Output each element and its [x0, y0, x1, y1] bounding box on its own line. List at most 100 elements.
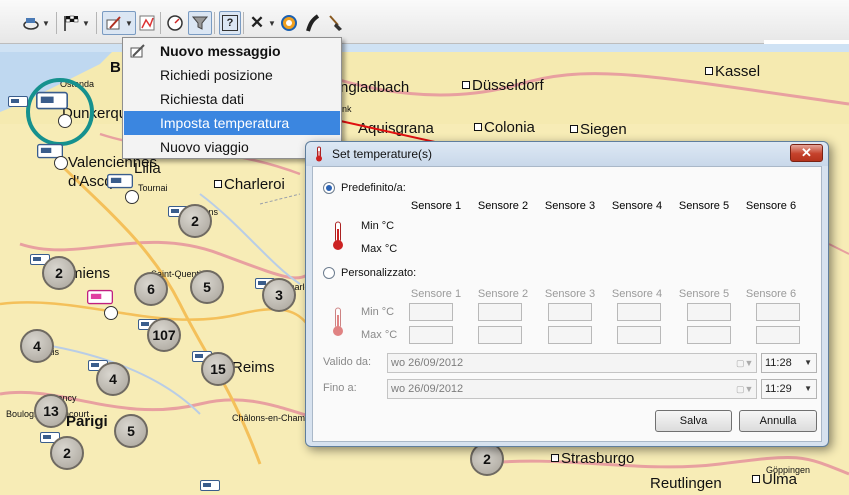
max-temp-sensor-5-input[interactable]: [687, 326, 731, 344]
truck-icon[interactable]: [8, 96, 28, 110]
until-date-input[interactable]: wo 26/09/2012 ▢▼: [387, 379, 757, 399]
max-temp-sensor-3-input[interactable]: [548, 326, 592, 344]
cancel-button[interactable]: Annulla: [739, 410, 817, 432]
routes-icon: [138, 14, 156, 32]
dialog-titlebar: Set temperature(s) ✕: [306, 142, 828, 166]
sensor-header: Sensore 4: [611, 200, 663, 212]
road-icon: [304, 14, 322, 32]
vehicle-cluster[interactable]: 5: [190, 270, 224, 304]
menu-item-request-position[interactable]: Richiedi posizione: [124, 63, 340, 87]
min-temp-sensor-2-input[interactable]: [478, 303, 522, 321]
city-name: Siegen: [580, 121, 627, 138]
dialog-body: Predefinito/a: Sensore 1 Sensore 2 Senso…: [312, 166, 822, 442]
city-name: Colonia: [484, 119, 535, 136]
min-temp-sensor-5-input[interactable]: [687, 303, 731, 321]
max-temp-sensor-4-input[interactable]: [617, 326, 661, 344]
city-label: Aquisgrana: [358, 120, 434, 137]
max-temp-sensor-2-input[interactable]: [478, 326, 522, 344]
speedometer-button[interactable]: [166, 11, 184, 35]
road-button[interactable]: [304, 11, 322, 35]
radio-custom[interactable]: [323, 267, 335, 279]
menu-item-request-data[interactable]: Richiesta dati: [124, 87, 340, 111]
city-label: Parigi: [66, 413, 108, 430]
message-button[interactable]: ▼: [102, 11, 136, 35]
min-temp-sensor-4-input[interactable]: [617, 303, 661, 321]
sensor-header: Sensore 6: [745, 200, 797, 212]
broom-icon: [326, 14, 344, 32]
chevron-down-icon: ▼: [42, 18, 50, 28]
city-name: Düsseldorf: [472, 77, 544, 94]
min-temp-sensor-3-input[interactable]: [548, 303, 592, 321]
help-button[interactable]: ?: [219, 11, 241, 35]
menu-item-new-message[interactable]: Nuovo messaggio: [124, 39, 340, 63]
chevron-down-icon: ▼: [268, 18, 276, 28]
vehicle-cluster[interactable]: 2: [470, 442, 504, 476]
sensor-header: Sensore 5: [678, 200, 730, 212]
vehicle-cluster[interactable]: 2: [178, 204, 212, 238]
calendar-dropdown-icon[interactable]: ▢▼: [736, 355, 754, 371]
vehicle-cluster[interactable]: 2: [42, 256, 76, 290]
city-name: Charleroi: [224, 176, 285, 193]
pin-button[interactable]: [280, 11, 298, 35]
max-temp-sensor-6-input[interactable]: [756, 326, 800, 344]
city-label: nk: [342, 104, 352, 114]
valid-from-time-value: 11:28: [765, 357, 792, 369]
truck-icon[interactable]: [200, 480, 220, 494]
city-label: Siegen: [570, 122, 627, 138]
vehicle-tools-button[interactable]: ▼: [22, 11, 50, 35]
calendar-dropdown-icon[interactable]: ▢▼: [736, 381, 754, 397]
valid-from-time-select[interactable]: 11:28 ▼: [761, 353, 817, 373]
vehicle-cluster[interactable]: 5: [114, 414, 148, 448]
vehicle-cluster[interactable]: 4: [20, 329, 54, 363]
city-label: Charleroi: [214, 177, 285, 193]
message-pen-icon: [130, 44, 145, 58]
vehicle-cluster[interactable]: 4: [96, 362, 130, 396]
until-time-value: 11:29: [765, 383, 792, 395]
vehicle-cluster[interactable]: 6: [134, 272, 168, 306]
sensor-header: Sensore 2: [477, 200, 529, 212]
toolbar-separator: [96, 12, 97, 34]
default-option-label: Predefinito/a:: [341, 182, 406, 194]
custom-option-label: Personalizzato:: [341, 267, 417, 279]
city-label: d'Ascq: [68, 173, 113, 190]
menu-item-set-temperature[interactable]: Imposta temperatura: [124, 111, 340, 135]
city-label: Reutlingen: [650, 475, 722, 492]
menu-item-label: Richiesta dati: [160, 91, 245, 107]
delete-button[interactable]: ✕ ▼: [248, 11, 276, 35]
max-temp-sensor-1-input[interactable]: [409, 326, 453, 344]
pin-icon: [280, 14, 298, 32]
sensor-header: Sensore 3: [544, 288, 596, 300]
sensor-header: Sensore 3: [544, 200, 596, 212]
sensor-header: Sensore 6: [745, 288, 797, 300]
min-temp-sensor-6-input[interactable]: [756, 303, 800, 321]
until-time-select[interactable]: 11:29 ▼: [761, 379, 817, 399]
vehicle-cluster[interactable]: 107: [147, 318, 181, 352]
steering-wheel-icon: [58, 114, 72, 128]
chevron-down-icon: ▼: [804, 358, 812, 367]
vehicle-cluster[interactable]: 15: [201, 352, 235, 386]
radio-default[interactable]: [323, 182, 335, 194]
routes-button[interactable]: [138, 11, 156, 35]
toolbar-separator: [243, 12, 244, 34]
thermometer-icon: [333, 307, 343, 336]
filter-button[interactable]: [188, 11, 212, 35]
vehicle-cluster[interactable]: 3: [262, 278, 296, 312]
vehicle-tools-icon: [22, 14, 40, 32]
close-button[interactable]: ✕: [790, 144, 823, 162]
city-marker: [705, 67, 713, 75]
city-name: Strasburgo: [561, 450, 635, 467]
delete-icon: ✕: [249, 13, 265, 32]
save-button[interactable]: Salva: [655, 410, 732, 432]
flag-button[interactable]: ▼: [62, 11, 90, 35]
thermometer-icon: [316, 146, 322, 162]
valid-from-date-input[interactable]: wo 26/09/2012 ▢▼: [387, 353, 757, 373]
min-temp-sensor-1-input[interactable]: [409, 303, 453, 321]
menu-item-label: Nuovo viaggio: [160, 139, 249, 155]
min-label: Min °C: [361, 306, 395, 318]
chevron-down-icon: ▼: [125, 18, 133, 28]
broom-button[interactable]: [326, 11, 344, 35]
vehicle-cluster[interactable]: 2: [50, 436, 84, 470]
city-label: Lilla: [134, 160, 161, 177]
vehicle-cluster[interactable]: 13: [34, 394, 68, 428]
truck-icon[interactable]: [36, 91, 68, 114]
